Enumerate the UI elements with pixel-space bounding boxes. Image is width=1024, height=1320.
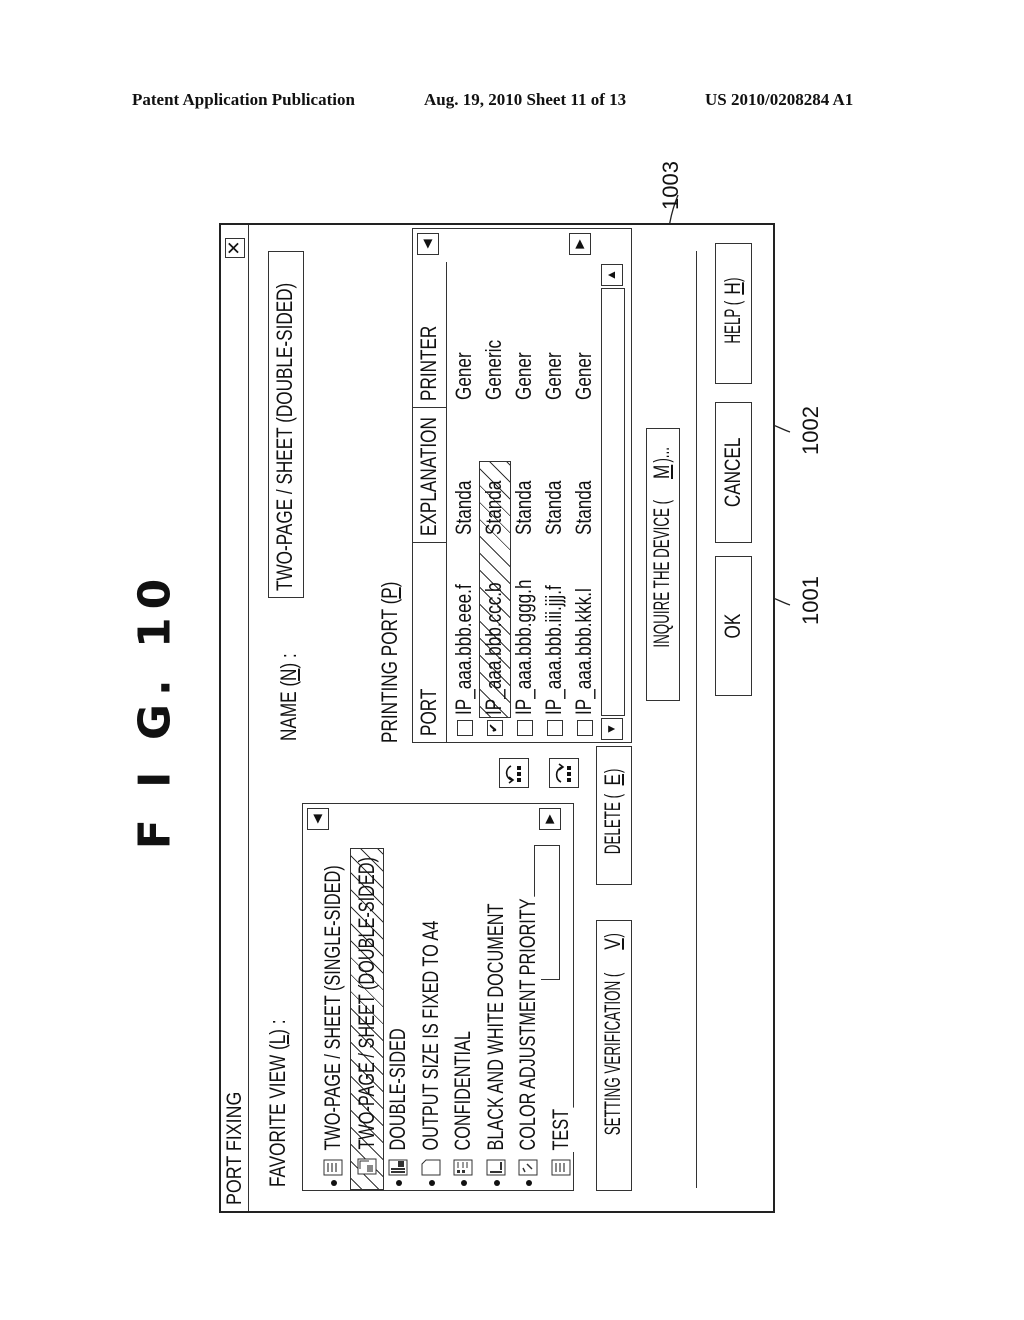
move-up-button[interactable] [499, 758, 529, 788]
redo-arrow-icon [555, 763, 571, 783]
favorite-list-item[interactable]: TWO-PAGE / SHEET (DOUBLE-SIDED) [349, 848, 384, 1190]
cancel-button[interactable]: CANCEL [715, 402, 752, 543]
favorite-scroll-left-button[interactable]: ◀ [307, 808, 329, 830]
port-table-row[interactable]: ✔ IP_aaa.bbb.ccc.b Standa Generic [479, 272, 511, 742]
printer-cell: Gener [571, 337, 597, 401]
port-cell: IP_aaa.bbb.kkk.l [571, 551, 597, 716]
port-table-row[interactable]: IP_aaa.bbb.iii.jjj.f Standa Gener [539, 272, 569, 742]
favorite-scroll-right-button[interactable]: ▶ [539, 808, 561, 830]
port-checkbox[interactable] [547, 720, 563, 736]
favorite-item-label: DOUBLE-SIDED [385, 1026, 411, 1152]
double-document-icon [357, 1158, 376, 1175]
explanation-cell: Standa [481, 480, 506, 535]
favorite-list-item[interactable]: TEST [545, 850, 577, 1190]
port-checkbox[interactable] [577, 720, 593, 736]
favorite-item-label: OUTPUT SIZE IS FIXED TO A4 [417, 919, 444, 1152]
setting-verification-button[interactable]: SETTING VERIFICATION (V) [596, 920, 632, 1191]
favorite-list-item[interactable]: BLACK AND WHITE DOCUMENT [480, 850, 512, 1190]
bullet-icon [526, 1180, 532, 1186]
favorite-view-list[interactable]: ◀ ▶ TWO-PAGE / SHEET (SINGLE-SIDED) TWO-P… [302, 803, 574, 1191]
port-cell: IP_aaa.bbb.ccc.b [481, 582, 506, 715]
undo-arrow-icon [505, 765, 521, 784]
printer-cell: Generic [481, 339, 506, 400]
port-cell: IP_aaa.bbb.ggg.h [511, 540, 537, 716]
favorite-list-item[interactable]: COLOR ADJUSTMENT PRIORITY [512, 850, 544, 1190]
checkmark-icon: ✔ [488, 723, 500, 733]
grid-document-icon [551, 1159, 570, 1176]
explanation-cell: Standa [541, 464, 567, 536]
favorite-item-label: COLOR ADJUSTMENT PRIORITY [515, 896, 541, 1152]
ref-numeral-1002: 1002 [798, 406, 823, 455]
port-table-row[interactable]: IP_aaa.bbb.ggg.h Standa Gener [509, 272, 539, 742]
port-checkbox[interactable] [457, 720, 473, 736]
duplex-document-icon [388, 1159, 408, 1176]
printing-port-table[interactable]: PORT EXPLANATION PRINTER ◀ ▶ ▲ ▼ IP_aaa.… [412, 228, 632, 743]
ok-button[interactable]: OK [715, 556, 752, 696]
explanation-cell: Standa [511, 464, 537, 536]
bullet-icon [396, 1180, 402, 1186]
favorite-item-label: BLACK AND WHITE DOCUMENT [482, 902, 509, 1152]
blank-page-icon [421, 1159, 440, 1176]
bullet-icon [461, 1180, 467, 1186]
printer-cell: Gener [511, 337, 537, 401]
close-x-icon: ✕ [224, 240, 244, 256]
ref-numeral-1001: 1001 [798, 576, 823, 625]
bullet-icon [493, 1180, 500, 1186]
favorite-item-label: TWO-PAGE / SHEET (SINGLE-SIDED) [320, 863, 346, 1152]
column-header-printer[interactable]: PRINTER [413, 262, 447, 407]
port-vertical-scrollbar[interactable] [601, 288, 625, 716]
inquire-device-button[interactable]: INQUIRE THE DEVICE (M)... [646, 428, 680, 701]
bullet-icon [331, 1180, 337, 1186]
printing-port-label: PRINTING PORT (P) [377, 581, 402, 743]
port-scroll-up-button[interactable]: ▲ [601, 264, 623, 286]
port-checkbox[interactable] [517, 720, 533, 736]
column-header-explanation[interactable]: EXPLANATION [413, 407, 447, 542]
port-scroll-left-button[interactable]: ◀ [417, 233, 439, 255]
separator-line [696, 251, 697, 1188]
port-scroll-down-button[interactable]: ▼ [601, 718, 623, 740]
favorite-item-label: CONFIDENTIAL [450, 1029, 476, 1152]
favorite-list-item[interactable]: OUTPUT SIZE IS FIXED TO A4 [415, 850, 447, 1190]
port-cell: IP_aaa.bbb.eee.f [451, 546, 477, 716]
port-fixing-dialog: PORT FIXING ✕ FAVORITE VIEW (L) : ◀ ▶ TW… [219, 223, 775, 1213]
port-table-row[interactable]: IP_aaa.bbb.kkk.l Standa Gener [569, 272, 599, 742]
delete-button[interactable]: DELETE (E) [596, 746, 632, 885]
port-checkbox[interactable]: ✔ [487, 720, 503, 736]
name-input[interactable]: TWO-PAGE / SHEET (DOUBLE-SIDED) [268, 251, 304, 598]
port-cell: IP_aaa.bbb.iii.jjj.f [541, 547, 567, 716]
bullet-icon [428, 1180, 435, 1186]
confidential-document-icon [453, 1159, 473, 1176]
favorite-list-item[interactable]: CONFIDENTIAL [447, 850, 479, 1190]
column-header-port[interactable]: PORT [413, 542, 447, 742]
color-adjust-icon [518, 1159, 538, 1176]
patent-number: US 2010/0208284 A1 [705, 90, 854, 109]
publication-date-sheet: Aug. 19, 2010 Sheet 11 of 13 [424, 90, 627, 109]
favorite-list-item[interactable]: TWO-PAGE / SHEET (SINGLE-SIDED) [317, 850, 349, 1190]
bw-document-icon [486, 1159, 505, 1176]
publication-label: Patent Application Publication [132, 90, 355, 109]
name-label: NAME (N) : [276, 653, 301, 741]
favorite-item-label: TWO-PAGE / SHEET (DOUBLE-SIDED) [353, 857, 379, 1150]
favorite-item-label: TEST [547, 1107, 574, 1152]
dialog-title: PORT FIXING [223, 1091, 246, 1205]
explanation-cell: Standa [571, 464, 597, 536]
favorite-view-label: FAVORITE VIEW (L) : [265, 1019, 290, 1187]
favorite-list-item[interactable]: DOUBLE-SIDED [382, 850, 414, 1190]
close-button[interactable]: ✕ [224, 238, 245, 258]
help-button[interactable]: HELP (H) [715, 243, 752, 384]
port-scroll-right-button[interactable]: ▶ [569, 233, 591, 255]
port-table-row[interactable]: IP_aaa.bbb.eee.f Standa Gener [449, 272, 479, 742]
printer-cell: Gener [541, 337, 567, 401]
printer-cell: Gener [451, 337, 477, 401]
explanation-cell: Standa [451, 464, 477, 536]
move-down-button[interactable] [549, 758, 579, 788]
grid-document-icon [323, 1159, 343, 1176]
title-bar: PORT FIXING ✕ [221, 225, 249, 1211]
